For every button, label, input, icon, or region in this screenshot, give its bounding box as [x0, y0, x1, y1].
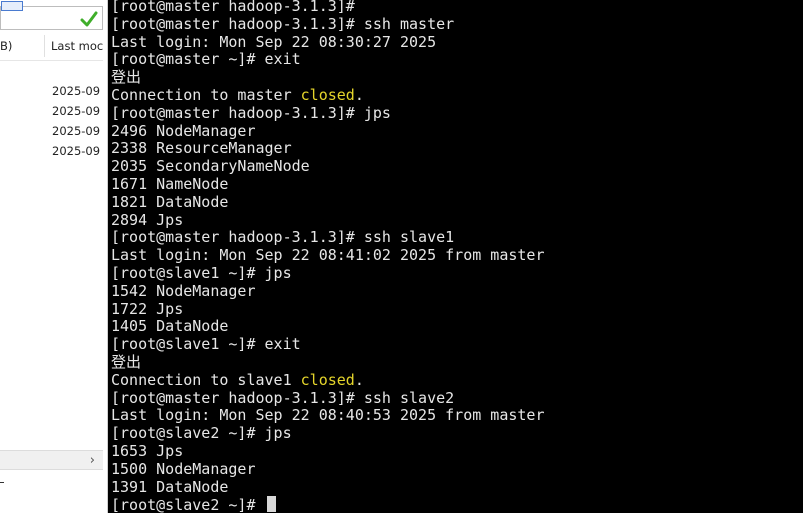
terminal-text: [root@master hadoop-3.1.3]#: [111, 0, 355, 15]
terminal-line: 2894 Jps: [111, 210, 544, 230]
terminal-text: [root@slave1 ~]# exit: [111, 335, 301, 354]
divider: [0, 482, 4, 483]
terminal-cursor: [266, 496, 276, 513]
terminal-line: 1500 NodeManager: [111, 459, 544, 479]
terminal-text: Last login: Mon Sep 22 08:40:53 2025 fro…: [111, 406, 545, 425]
terminal-line: 登出: [111, 68, 544, 87]
terminal-line: 1542 NodeManager: [111, 281, 544, 301]
terminal-text: [root@master ~]# exit: [111, 50, 301, 69]
terminal-line: [root@slave2 ~]#: [111, 496, 544, 513]
size-column-header[interactable]: B): [0, 39, 12, 53]
terminal-line: Last login: Mon Sep 22 08:41:02 2025 fro…: [111, 246, 545, 265]
file-row-date[interactable]: 2025-09: [52, 121, 107, 141]
terminal-text: 1821 DataNode: [111, 192, 229, 211]
closed-keyword: closed: [300, 370, 355, 389]
terminal-text: 1671 NameNode: [111, 174, 229, 193]
terminal-line: 1405 DataNode: [111, 317, 544, 336]
terminal-line: Connection to master closed.: [111, 85, 544, 105]
terminal-line: Last login: Mon Sep 22 08:40:53 2025 fro…: [111, 406, 545, 425]
terminal-line: [root@slave2 ~]# jps: [111, 424, 544, 443]
terminal-text: [root@master hadoop-3.1.3]# ssh slave1: [111, 228, 455, 247]
column-divider[interactable]: [44, 35, 45, 57]
terminal-line: [root@slave1 ~]# exit: [111, 335, 544, 354]
terminal-text: 登出: [111, 352, 142, 371]
closed-keyword: closed: [300, 85, 355, 104]
scroll-right-icon[interactable]: ›: [90, 453, 95, 468]
terminal-text: [root@master hadoop-3.1.3]# ssh slave2: [111, 388, 455, 407]
terminal-line: 1653 Jps: [111, 441, 544, 461]
terminal-line: 1821 DataNode: [111, 192, 544, 212]
terminal-text: [root@slave1 ~]# jps: [111, 263, 292, 282]
terminal-text: Last login: Mon Sep 22 08:30:27 2025: [111, 32, 437, 51]
terminal-line: 2338 ResourceManager: [111, 139, 544, 158]
path-input[interactable]: [0, 1, 103, 30]
terminal-text: [root@master hadoop-3.1.3]# jps: [111, 103, 391, 122]
last-modified-column-header[interactable]: Last moc: [51, 39, 103, 53]
terminal-text: 1542 NodeManager: [111, 281, 256, 300]
terminal-line: [root@master hadoop-3.1.3]# ssh slave2: [111, 388, 544, 408]
terminal-text: [root@slave2 ~]#: [111, 496, 256, 513]
path-selection: [1, 1, 23, 11]
terminal-text: .: [354, 370, 364, 389]
horizontal-scrollbar[interactable]: ›: [0, 450, 103, 470]
terminal-line: 2035 SecondaryNameNode: [111, 157, 544, 176]
terminal-line: Connection to slave1 closed.: [111, 370, 544, 390]
terminal-text: Connection to master: [111, 85, 301, 104]
terminal-line: [root@slave1 ~]# jps: [111, 263, 544, 283]
terminal-text: 2894 Jps: [111, 210, 184, 229]
terminal-output: [root@master hadoop-3.1.3]# [root@master …: [111, 0, 544, 513]
terminal-line: [root@master ~]# exit: [111, 50, 544, 69]
terminal-text: 1653 Jps: [111, 441, 184, 460]
terminal-text: 1391 DataNode: [111, 477, 229, 496]
terminal-window[interactable]: [root@master hadoop-3.1.3]# [root@master …: [108, 0, 803, 513]
terminal-text: 2338 ResourceManager: [111, 139, 292, 158]
terminal-line: [root@master hadoop-3.1.3]# jps: [111, 103, 544, 123]
terminal-text: Connection to slave1: [111, 370, 301, 389]
terminal-text: 1722 Jps: [111, 299, 184, 318]
terminal-text: 1405 DataNode: [111, 317, 229, 336]
terminal-text: .: [354, 85, 364, 104]
terminal-line: [root@master hadoop-3.1.3]# ssh master: [111, 14, 544, 34]
terminal-line: 1391 DataNode: [111, 477, 544, 497]
terminal-text: [root@master hadoop-3.1.3]# ssh master: [111, 14, 455, 33]
terminal-line: [root@master hadoop-3.1.3]# ssh slave1: [111, 228, 544, 247]
terminal-line: 1671 NameNode: [111, 174, 544, 194]
file-row-date[interactable]: 2025-09: [52, 141, 107, 161]
terminal-line: 登出: [111, 352, 544, 372]
terminal-text: 2035 SecondaryNameNode: [111, 157, 310, 176]
terminal-text: Last login: Mon Sep 22 08:41:02 2025 fro…: [111, 246, 545, 265]
terminal-text: 1500 NodeManager: [111, 459, 256, 478]
file-row-date[interactable]: 2025-09: [52, 101, 107, 121]
terminal-text: 2496 NodeManager: [111, 121, 256, 140]
terminal-text: 登出: [111, 68, 142, 87]
file-browser-pane: B) Last moc 2025-09 2025-09 2025-09 2025…: [0, 0, 108, 513]
check-icon[interactable]: [80, 10, 98, 28]
terminal-line: 2496 NodeManager: [111, 121, 544, 141]
terminal-line: [root@master hadoop-3.1.3]#: [111, 0, 544, 16]
terminal-line: Last login: Mon Sep 22 08:30:27 2025: [111, 32, 544, 52]
terminal-text: [root@slave2 ~]# jps: [111, 424, 292, 443]
file-row-date[interactable]: 2025-09: [52, 81, 107, 101]
terminal-line: 1722 Jps: [111, 299, 544, 319]
file-list-header: B) Last moc: [0, 31, 103, 61]
